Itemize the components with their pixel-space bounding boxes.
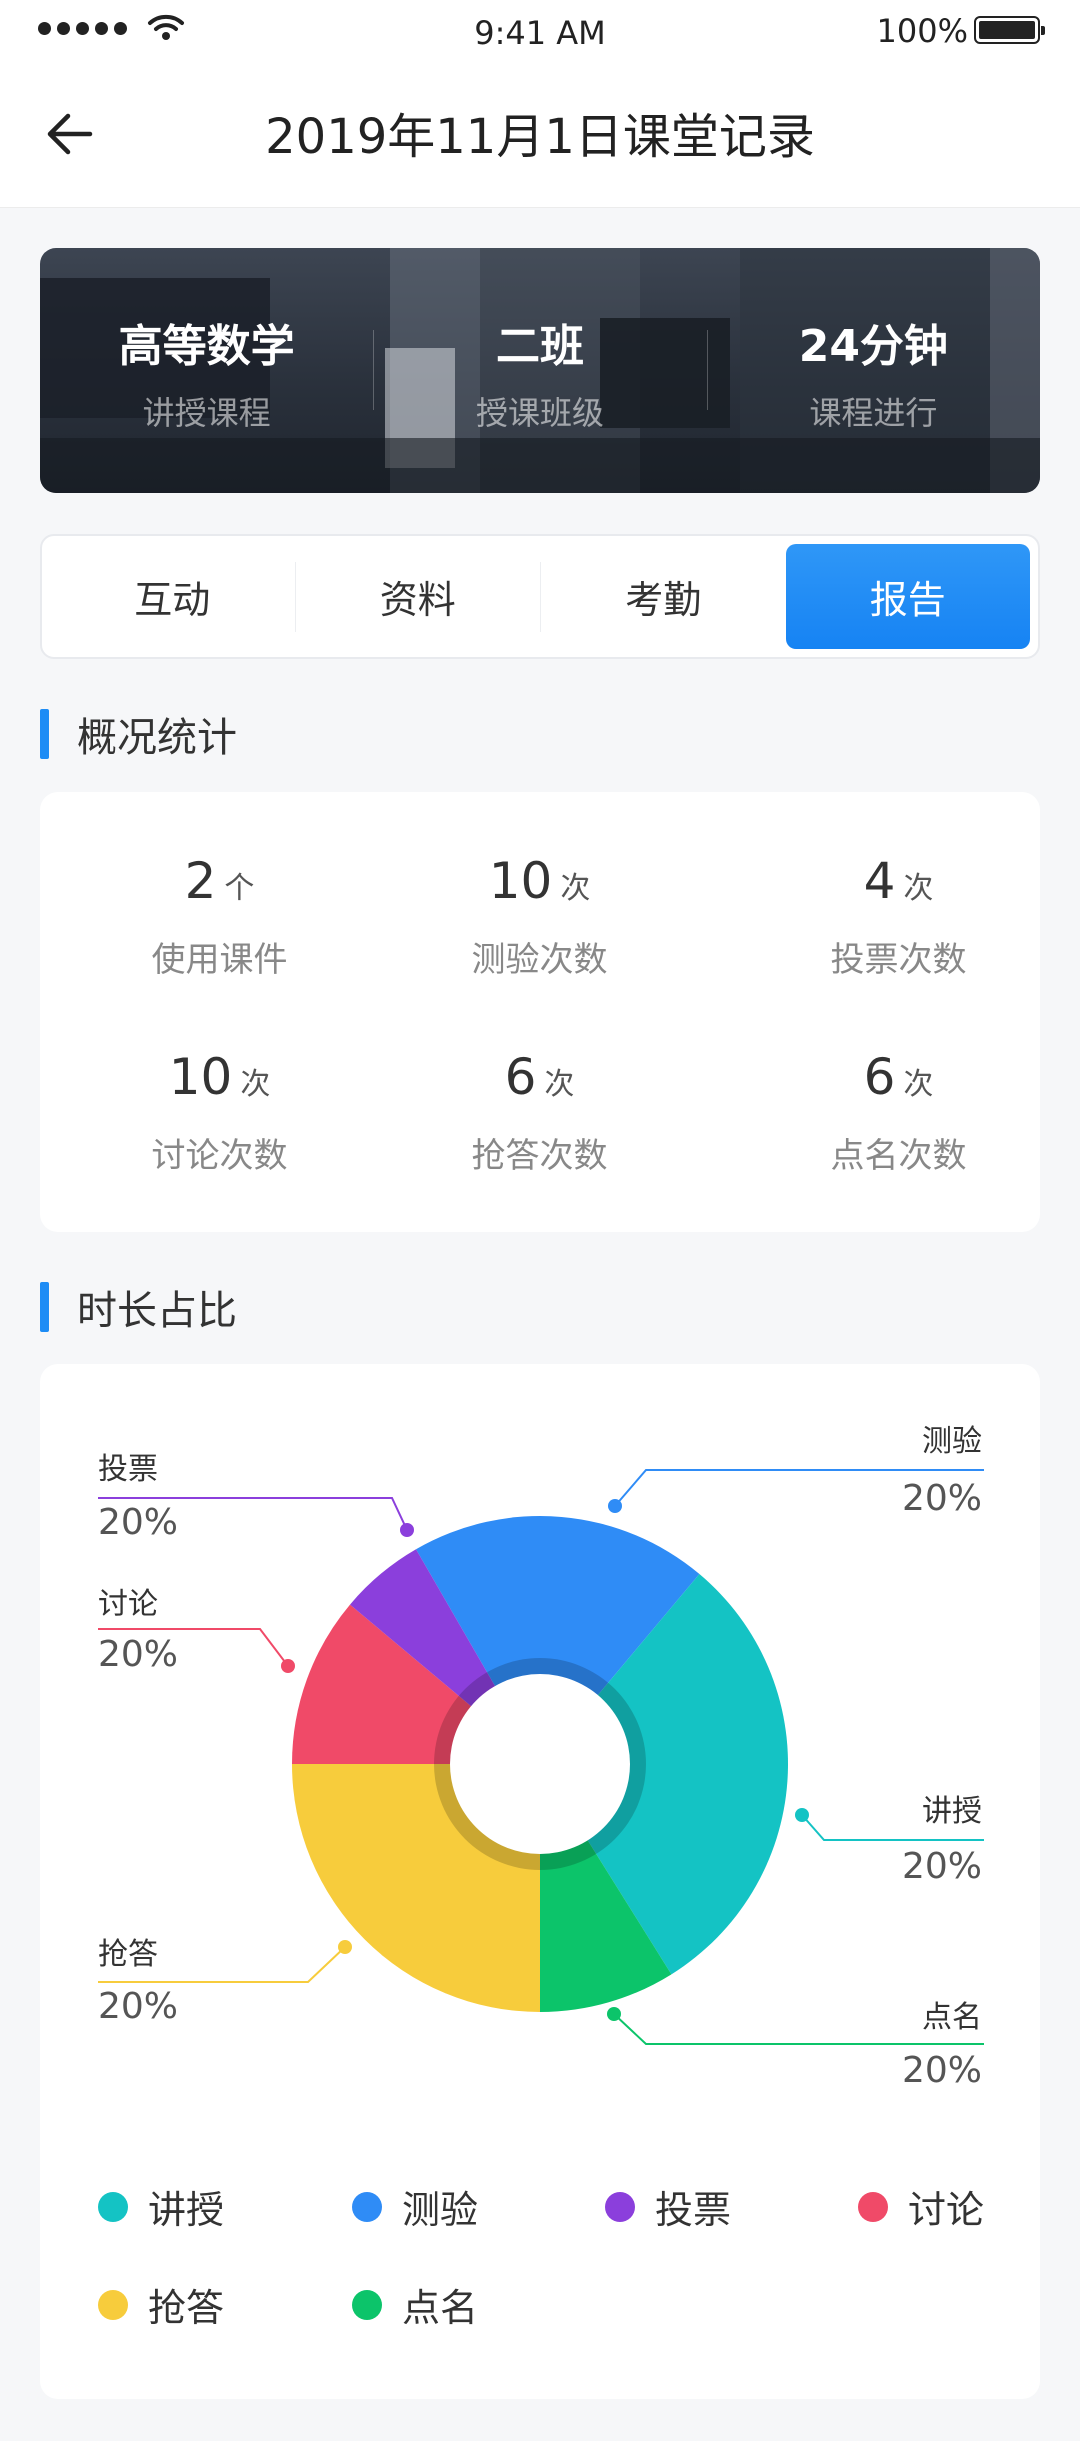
stat-unit: 次 [544, 1067, 575, 1102]
leader-dot-discussion [281, 1659, 295, 1673]
course-name: 高等数学 [118, 321, 295, 372]
stat-vote: 4次 投票次数 [732, 852, 1065, 981]
stat-value: 10 [488, 852, 553, 910]
tab-attendance[interactable]: 考勤 [541, 544, 786, 649]
callout-discussion-pct: 20% [98, 1634, 179, 1675]
stat-unit: 次 [903, 871, 934, 906]
legend-label: 投票 [655, 2188, 732, 2232]
section-accent-bar [40, 709, 49, 759]
legend-item-vote: 投票 [605, 2179, 731, 2234]
duration-donut-chart [98, 1469, 984, 2045]
battery-icon [974, 16, 1045, 44]
callout-lecture-pct: 20% [901, 1846, 982, 1887]
legend-label: 讲授 [148, 2188, 225, 2232]
banner-duration: 24分钟 课程进行 [706, 248, 1040, 493]
callout-quiz-pct: 20% [901, 1478, 982, 1519]
page-title: 2019年11月1日课堂记录 [265, 109, 815, 165]
tab-materials[interactable]: 资料 [296, 544, 541, 649]
legend-item-lecture: 讲授 [98, 2179, 224, 2234]
stat-label: 使用课件 [151, 940, 288, 980]
overview-section-title: 概况统计 [40, 705, 237, 763]
tab-interaction[interactable]: 互动 [50, 544, 295, 649]
callout-vote-pct: 20% [98, 1502, 179, 1543]
legend-item-rush: 抢答 [98, 2277, 224, 2332]
callout-quiz-name: 测验 [922, 1424, 982, 1459]
stat-value: 2 [184, 852, 217, 910]
legend-label: 测验 [402, 2188, 479, 2232]
legend-item-discussion: 讨论 [858, 2179, 984, 2234]
duration-section-title: 时长占比 [40, 1278, 237, 1336]
stat-label: 投票次数 [830, 940, 967, 980]
stat-discussion: 10 次 讨论次数 [53, 1048, 386, 1177]
leader-dot-vote [400, 1523, 414, 1537]
stat-label: 抢答次数 [471, 1136, 608, 1176]
stat-value: 6 [504, 1048, 537, 1106]
stat-value: 4 [863, 852, 896, 910]
tab-report[interactable]: 报告 [785, 544, 1030, 649]
stat-roll-call: 6次 点名次数 [732, 1048, 1065, 1177]
legend-dot [352, 2191, 382, 2222]
duration-chart-card: 投票 20% 讨论 20% 抢答 20% 测验 20% 讲授 20% 点名 20… [40, 1364, 1040, 2399]
course-info-banner: 高等数学 讲授课程 二班 授课班级 24分钟 课程进行 [40, 248, 1040, 493]
leader-dot-rush [338, 1940, 352, 1954]
legend-item-rollcall: 点名 [352, 2277, 478, 2332]
legend-label: 抢答 [148, 2286, 225, 2330]
stat-unit: 次 [560, 871, 591, 906]
overview-stats-card: 2个 使用课件 10 次 测验次数 4次 投票次数 10 次 讨论次数 6次 抢答次… [40, 792, 1040, 1232]
battery-percentage: 100% [876, 12, 968, 50]
banner-course: 高等数学 讲授课程 [40, 248, 373, 493]
duration-value: 24分钟 [798, 321, 948, 372]
stat-unit: 次 [240, 1067, 271, 1102]
legend-dot [352, 2289, 382, 2320]
stat-label: 测验次数 [471, 940, 608, 980]
stat-quiz: 10 次 测验次数 [373, 852, 706, 981]
callout-rollcall-pct: 20% [901, 2050, 982, 2091]
overview-title-text: 概况统计 [77, 715, 237, 761]
duration-title-text: 时长占比 [77, 1288, 237, 1334]
legend-dot [858, 2191, 888, 2222]
nav-bar: 2019年11月1日课堂记录 [0, 62, 1080, 208]
leader-dot-lecture [795, 1808, 809, 1822]
stat-value: 6 [863, 1048, 896, 1106]
stat-value: 10 [168, 1048, 233, 1106]
callout-rush-name: 抢答 [98, 1937, 158, 1972]
stat-label: 讨论次数 [151, 1136, 288, 1176]
stat-courseware: 2个 使用课件 [53, 852, 386, 981]
stat-rush-answer: 6次 抢答次数 [373, 1048, 706, 1177]
callout-rollcall-name: 点名 [922, 2000, 982, 2035]
stat-unit: 次 [903, 1067, 934, 1102]
legend-dot [98, 2289, 128, 2320]
duration-label: 课程进行 [809, 394, 938, 432]
leader-dot-rollcall [607, 2007, 621, 2021]
callout-lecture-name: 讲授 [922, 1794, 982, 1829]
legend-label: 点名 [402, 2286, 479, 2330]
class-name: 二班 [495, 321, 584, 372]
stat-unit: 个 [224, 871, 255, 906]
tab-bar: 互动 资料 考勤 报告 [40, 534, 1040, 659]
banner-class: 二班 授课班级 [373, 248, 706, 493]
legend-label: 讨论 [908, 2188, 985, 2232]
stat-label: 点名次数 [830, 1136, 967, 1176]
callout-discussion-name: 讨论 [98, 1587, 158, 1622]
donut-hole [450, 1674, 630, 1854]
section-accent-bar [40, 1282, 49, 1332]
leader-dot-quiz [608, 1499, 622, 1513]
legend-item-quiz: 测验 [352, 2179, 478, 2234]
legend-dot [98, 2191, 128, 2222]
status-bar: 9:41 AM 100% [0, 0, 1080, 62]
class-label: 授课班级 [475, 394, 604, 432]
callout-vote-name: 投票 [98, 1452, 158, 1487]
legend-dot [605, 2191, 635, 2222]
callout-rush-pct: 20% [98, 1986, 179, 2027]
course-label: 讲授课程 [142, 394, 271, 432]
